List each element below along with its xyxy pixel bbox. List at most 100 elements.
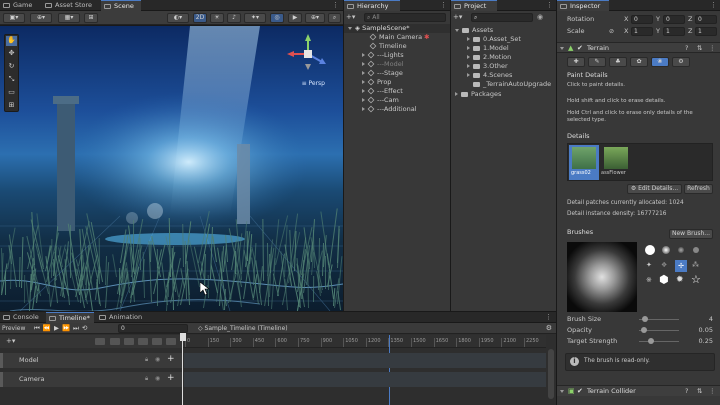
collider-enabled-checkbox[interactable]: ✔ [577, 387, 583, 395]
expand-arrow-icon[interactable] [455, 92, 458, 96]
tab-game[interactable]: Game [0, 0, 34, 11]
expand-arrow-icon[interactable] [467, 46, 470, 50]
scale-y-field[interactable]: 1 [663, 27, 685, 36]
hierarchy-add-button[interactable]: +▾ [346, 13, 360, 22]
paint-details-active-icon[interactable]: ❀ [651, 57, 669, 67]
lighting-icon[interactable]: ☀ [210, 13, 224, 23]
expand-arrow-icon[interactable] [560, 390, 564, 393]
brush-size-value[interactable]: 4 [687, 315, 713, 324]
terrain-collider-header[interactable]: ▣ ✔ Terrain Collider ? ⇅ ⋮ [557, 385, 720, 396]
component-menu-icon[interactable]: ⋮ [709, 387, 716, 395]
paint-terrain-icon[interactable]: ✎ [588, 57, 606, 67]
scene-viewport[interactable]: ✋ ✥ ↻ ⤡ ▭ ⊞ ≡ Persp [0, 26, 343, 311]
timeline-ruler[interactable]: 0 150 300 450 600 750 900 1050 1200 1350 1500 1650 1… [182, 335, 546, 348]
expand-arrow-icon[interactable] [362, 62, 365, 66]
track-add-icon[interactable]: + [167, 354, 175, 364]
lock-visibility-icon[interactable]: ◉ [537, 13, 543, 21]
move-tool-icon[interactable]: ✥ [6, 49, 17, 59]
opacity-slider[interactable] [639, 327, 679, 333]
hierarchy-item-main-camera[interactable]: Main Camera ✱ [344, 33, 450, 42]
expand-arrow-icon[interactable] [348, 26, 352, 30]
hierarchy-item-timeline[interactable]: Timeline [344, 42, 450, 51]
help-icon[interactable]: ? [685, 44, 688, 52]
project-folder-scenes[interactable]: 4.Scenes [451, 71, 556, 80]
expand-arrow-icon[interactable] [467, 55, 470, 59]
replace-mode-icon[interactable] [152, 338, 162, 345]
brush-circle-soft-icon[interactable] [662, 246, 670, 254]
snap-icon[interactable]: ⊞ [84, 13, 98, 23]
effects-dropdown[interactable]: ✦▾ [244, 13, 266, 23]
camera-settings-icon[interactable]: ▶ [288, 13, 302, 23]
brush-soft-small-icon[interactable] [678, 247, 684, 253]
create-neighbor-icon[interactable]: ✚ [567, 57, 585, 67]
paint-details-icon[interactable]: ✿ [630, 57, 648, 67]
track-mute-icon[interactable]: ◉ [155, 356, 160, 363]
rect-tool-icon[interactable]: ▭ [6, 88, 17, 98]
brush-star-small-icon[interactable]: ✦ [646, 261, 652, 269]
scale-x-field[interactable]: 1 [631, 27, 653, 36]
slider-knob[interactable] [647, 338, 654, 344]
hierarchy-item-prop[interactable]: Prop [344, 78, 450, 87]
goto-end-icon[interactable]: ⏭ [73, 324, 82, 332]
hierarchy-item-lights[interactable]: ---Lights [344, 51, 450, 60]
tab-inspector[interactable]: Inspector [557, 0, 609, 11]
orientation-gizmo[interactable] [285, 30, 331, 78]
audio-icon[interactable]: ♪ [227, 13, 241, 23]
play-icon[interactable]: ▶ [54, 324, 62, 332]
slider-knob[interactable] [641, 316, 648, 322]
scale-tool-icon[interactable]: ⤡ [6, 75, 17, 85]
shading-dropdown[interactable]: ◐▾ [167, 13, 189, 23]
project-folder-model[interactable]: 1.Model [451, 44, 556, 53]
next-frame-icon[interactable]: ⏩ [62, 324, 73, 332]
rotation-z-field[interactable]: 0 [695, 15, 717, 24]
track-filter-icon[interactable] [95, 338, 105, 345]
terrain-settings-icon[interactable]: ⚙ [672, 57, 690, 67]
expand-arrow-icon[interactable] [467, 64, 470, 68]
add-track-button[interactable]: +▾ [6, 337, 15, 346]
brush-star-outline-icon[interactable]: ☆ [691, 274, 701, 285]
tab-animation[interactable]: Animation [96, 312, 148, 323]
expand-arrow-icon[interactable] [362, 71, 365, 75]
expand-arrow-icon[interactable] [362, 89, 365, 93]
rotation-y-field[interactable]: 0 [663, 15, 685, 24]
hand-tool-icon[interactable]: ✋ [6, 36, 17, 46]
hierarchy-item-additional[interactable]: ---Additional [344, 105, 450, 114]
opacity-value[interactable]: 0.05 [687, 326, 713, 335]
component-menu-icon[interactable]: ⋮ [709, 44, 716, 52]
hierarchy-search-input[interactable]: ⌕ All [364, 13, 446, 22]
expand-arrow-icon[interactable] [560, 47, 564, 50]
expand-arrow-icon[interactable] [467, 73, 470, 77]
hierarchy-item-effect[interactable]: ---Effect [344, 87, 450, 96]
project-add-button[interactable]: +▾ [453, 13, 467, 22]
new-brush-button[interactable]: New Brush... [669, 229, 713, 239]
gizmos-dropdown[interactable]: ⊕▾ [305, 13, 325, 23]
track-lock-icon[interactable]: 🔒︎ [145, 356, 148, 364]
hidden-objects-icon[interactable]: ◎ [270, 13, 284, 23]
expand-arrow-icon[interactable] [362, 80, 365, 84]
persp-label[interactable]: ≡ Persp [302, 80, 325, 87]
project-folder-asset-set[interactable]: 0.Asset_Set [451, 35, 556, 44]
hierarchy-item-cam[interactable]: ---Cam [344, 96, 450, 105]
brush-scatter-icon[interactable]: ⁂ [692, 261, 699, 269]
scene-search-icon[interactable]: ⌕ [328, 13, 341, 23]
expand-arrow-icon[interactable] [362, 107, 365, 111]
rotate-tool-icon[interactable]: ↻ [6, 62, 17, 72]
brush-hexagon-icon[interactable]: ⬢ [659, 274, 669, 285]
goto-start-icon[interactable]: ⏮ [34, 324, 43, 332]
scale-z-field[interactable]: 1 [695, 27, 717, 36]
tab-menu-icon[interactable]: ⋮ [332, 1, 339, 9]
clip-edit-mode-icon[interactable] [110, 338, 120, 345]
expand-arrow-icon[interactable] [467, 37, 470, 41]
prev-frame-icon[interactable]: ⏪ [43, 324, 54, 332]
playhead-handle[interactable] [180, 333, 186, 341]
brush-cloud-icon[interactable]: ❖ [661, 261, 667, 269]
presets-icon[interactable]: ⇅ [697, 44, 702, 52]
preview-toggle[interactable]: Preview [2, 324, 25, 333]
tab-project[interactable]: Project [451, 0, 497, 11]
help-icon[interactable]: ? [685, 387, 688, 395]
hierarchy-menu-icon[interactable]: ⋮ [440, 1, 447, 9]
detail-item-grass02[interactable]: grass02 [569, 145, 599, 180]
hierarchy-scene-row[interactable]: ◈ SampleScene* [344, 24, 450, 33]
detail-item-flower[interactable]: assFlower [601, 145, 631, 180]
brush-dot-icon[interactable] [693, 247, 699, 253]
